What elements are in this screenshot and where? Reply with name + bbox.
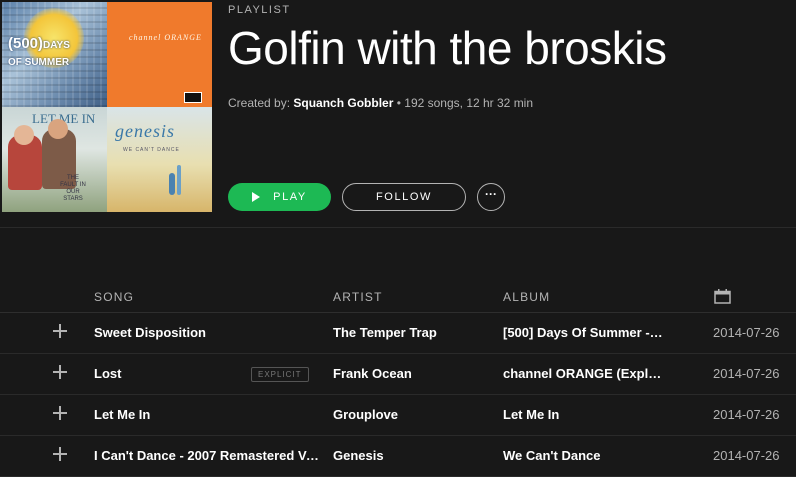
track-artist[interactable]: The Temper Trap <box>333 325 493 340</box>
track-date-added: 2014-07-26 <box>713 448 780 463</box>
add-icon[interactable] <box>52 446 68 462</box>
track-artist[interactable]: Grouplove <box>333 407 493 422</box>
track-song[interactable]: I Can't Dance - 2007 Remastered Version <box>94 448 324 463</box>
track-album[interactable]: channel ORANGE (Explicit Version) <box>503 366 663 381</box>
track-date-added: 2014-07-26 <box>713 325 780 340</box>
follow-button-label: FOLLOW <box>375 191 433 203</box>
column-header-album[interactable]: ALBUM <box>503 290 550 304</box>
explicit-badge: EXPLICIT <box>251 367 309 382</box>
cover-tile-500-days-of-summer: (500)DAYS OF SUMMER <box>2 2 107 107</box>
parental-advisory-icon <box>184 92 202 103</box>
track-song[interactable]: Sweet Disposition <box>94 325 324 340</box>
playlist-cover-mosaic: (500)DAYS OF SUMMER channel ORANGE LET M… <box>2 2 212 212</box>
track-row[interactable]: Lost EXPLICIT Frank Ocean channel ORANGE… <box>0 354 796 395</box>
track-artist[interactable]: Frank Ocean <box>333 366 493 381</box>
track-list-header: SONG ARTIST ALBUM <box>0 280 796 313</box>
header-divider <box>0 227 796 228</box>
column-header-song[interactable]: SONG <box>94 290 134 304</box>
track-album[interactable]: We Can't Dance <box>503 448 663 463</box>
calendar-icon[interactable] <box>714 289 731 304</box>
column-header-artist[interactable]: ARTIST <box>333 290 383 304</box>
cover-tile-let-me-in: LET ME IN THE FAULT IN OUR STARS <box>2 107 107 212</box>
track-date-added: 2014-07-26 <box>713 407 780 422</box>
cover-tile-1-text-c: OF SUMMER <box>8 57 70 68</box>
cover-tile-genesis: genesis WE CAN'T DANCE <box>107 107 212 212</box>
play-button-label: PLAY <box>273 191 307 203</box>
track-row[interactable]: Sweet Disposition The Temper Trap [500] … <box>0 313 796 354</box>
track-date-added: 2014-07-26 <box>713 366 780 381</box>
more-icon: ··· <box>485 187 497 201</box>
playlist-stats: • 192 songs, 12 hr 32 min <box>393 96 534 110</box>
track-row[interactable]: Let Me In Grouplove Let Me In 2014-07-26 <box>0 395 796 436</box>
track-album[interactable]: Let Me In <box>503 407 663 422</box>
playlist-type-label: PLAYLIST <box>228 4 291 16</box>
add-icon[interactable] <box>52 364 68 380</box>
created-by-label: Created by: <box>228 96 291 110</box>
add-icon[interactable] <box>52 323 68 339</box>
track-album[interactable]: [500] Days Of Summer - Music From The Mo… <box>503 325 663 340</box>
playlist-title: Golfin with the broskis <box>228 22 667 74</box>
track-song[interactable]: Let Me In <box>94 407 324 422</box>
follow-button[interactable]: FOLLOW <box>342 183 466 211</box>
cover-tile-2-text: channel ORANGE <box>129 33 202 42</box>
cover-tile-3-subtext: THE FAULT IN OUR STARS <box>60 175 86 202</box>
more-options-button[interactable]: ··· <box>477 183 505 211</box>
playlist-owner-link[interactable]: Squanch Gobbler <box>293 96 393 110</box>
cover-tile-1-text-a: (500) <box>8 35 44 52</box>
play-icon <box>252 192 261 202</box>
track-artist[interactable]: Genesis <box>333 448 493 463</box>
cover-tile-4-subtext: WE CAN'T DANCE <box>123 147 180 153</box>
cover-tile-4-text: genesis <box>115 121 175 141</box>
track-list: SONG ARTIST ALBUM Sweet Disposition The … <box>0 280 796 477</box>
cover-tile-1-text-b: DAYS <box>43 40 70 51</box>
play-button[interactable]: PLAY <box>228 183 331 211</box>
cover-tile-channel-orange: channel ORANGE <box>107 2 212 107</box>
playlist-meta: Created by: Squanch Gobbler • 192 songs,… <box>228 96 533 110</box>
playlist-header: (500)DAYS OF SUMMER channel ORANGE LET M… <box>0 0 796 228</box>
add-icon[interactable] <box>52 405 68 421</box>
